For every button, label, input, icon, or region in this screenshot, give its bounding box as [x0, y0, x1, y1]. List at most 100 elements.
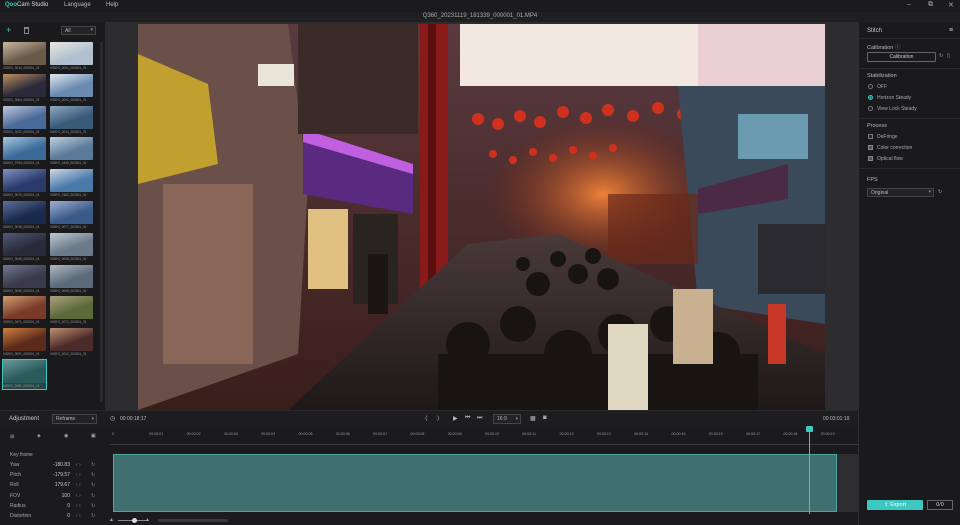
snapshot-icon[interactable]: ◙ [543, 415, 547, 421]
keyframe-toggle-icon[interactable]: ◉ [64, 433, 68, 439]
process-label: Process [867, 123, 887, 129]
param-value-yaw[interactable]: -180.83 [50, 462, 70, 468]
calibration-button[interactable]: Calibration [867, 52, 936, 62]
clip-filename: VIDEO_0046_000001_01 [3, 256, 40, 261]
clip-thumbnail[interactable]: VIDEO_0031_000001_01 [50, 42, 93, 71]
timeline-scrollbar[interactable] [158, 519, 228, 522]
keyframe-delete-icon[interactable]: ▣ [91, 433, 96, 439]
grid-icon[interactable]: ▦ [530, 415, 536, 422]
param-stepper-arrows[interactable]: ‹ › [76, 462, 81, 468]
media-filter-select[interactable]: All ▾ [61, 26, 96, 35]
aspect-select[interactable]: 16:9 ▾ [493, 414, 521, 424]
param-stepper-arrows[interactable]: ‹ › [76, 513, 81, 519]
timer-icon: ◷ [110, 416, 116, 422]
media-panel: + All ▾ VIDEO_0044_000001_01 VIDEO_0031_00… [0, 22, 105, 410]
clip-thumbnail[interactable]: VIDEO_0016_000001_01 [3, 201, 46, 230]
mark-out-icon[interactable]: ⟩ [437, 415, 439, 422]
clip-preview-image [50, 137, 93, 161]
timeline: ⊞ ◈ ◉ ▣ 0 00:00:01 00:00:02 00:00:03 00:00:0… [0, 426, 858, 525]
param-value-radius[interactable]: 0 [50, 503, 70, 509]
param-value-distortion[interactable]: 0 [50, 513, 70, 519]
clip-thumbnail[interactable]: VIDEO_0012_000001_01 [50, 328, 93, 357]
playhead[interactable] [809, 428, 810, 514]
param-reset-icon[interactable]: ↻ [91, 462, 95, 468]
param-stepper-arrows[interactable]: ‹ › [76, 503, 81, 509]
param-value-pitch[interactable]: -179.57 [50, 472, 70, 478]
close-icon[interactable]: ✕ [948, 1, 954, 9]
clip-thumbnail[interactable]: VIDEO_0077_000001_01 [50, 201, 93, 230]
clip-filename: VIDEO_0012_000001_01 [50, 352, 87, 357]
optical-flow-checkbox[interactable] [868, 156, 873, 161]
next-frame-icon[interactable]: ⏭ [477, 415, 482, 422]
zoom-in-icon[interactable]: ▲ [145, 517, 150, 523]
menu-language[interactable]: Language [64, 2, 91, 8]
video-track-clip[interactable] [113, 454, 837, 512]
clip-thumbnail[interactable]: VIDEO_0021_000001_01 [3, 328, 46, 357]
param-reset-icon[interactable]: ↻ [91, 493, 95, 499]
mark-in-icon[interactable]: ⟨ [425, 415, 427, 422]
param-reset-icon[interactable]: ↻ [91, 482, 95, 488]
clip-thumbnail[interactable]: VIDEO_0072_000001_01 [50, 296, 93, 325]
clip-thumbnail[interactable]: VIDEO_0030_000001_01 [3, 264, 46, 294]
param-value-roll[interactable]: 179.67 [50, 482, 70, 488]
clip-thumbnail[interactable]: VIDEO_0044_000001_01 [3, 42, 46, 71]
export-button[interactable]: ⇪ Export [867, 500, 923, 510]
panel-menu-icon[interactable]: ≡ [949, 27, 953, 34]
param-reset-icon[interactable]: ↻ [91, 472, 95, 478]
clip-thumbnail[interactable]: VIDEO_0014_000001_01 [50, 105, 93, 135]
clip-thumbnail[interactable]: VIDEO_0049_000001_01 [50, 264, 93, 294]
clip-thumbnail[interactable]: VIDEO_0046_000001_01 [3, 232, 46, 262]
color-correction-checkbox[interactable] [868, 145, 873, 150]
keyframe-prev-icon[interactable]: ◈ [37, 433, 41, 439]
minimize-icon[interactable]: – [907, 1, 911, 8]
menu-help[interactable]: Help [106, 2, 118, 8]
clip-filename: VIDEO_0008_000001_01 [50, 256, 87, 261]
param-name-radius: Radius [10, 502, 26, 509]
stab-viewlock-radio[interactable] [868, 106, 873, 111]
refresh-icon[interactable]: ↻ [939, 53, 943, 59]
clip-thumbnail[interactable]: VIDEO_0022_000001_01 [3, 105, 46, 135]
media-scrollbar[interactable] [100, 42, 103, 402]
export-queue-button[interactable]: 0/0 [927, 500, 953, 510]
clip-thumbnail[interactable]: VIDEO_0181_000001_01 [2, 359, 47, 390]
clip-thumbnail[interactable]: VIDEO_0449_000001_01 [50, 137, 93, 166]
clip-thumbnail[interactable]: VIDEO_0794_000001_01 [3, 137, 46, 166]
app-logo: QooCam Studio [5, 2, 49, 8]
param-value-fov[interactable]: 100 [50, 493, 70, 499]
zoom-out-icon[interactable]: ▲ [109, 517, 114, 523]
stab-horizon-radio[interactable] [868, 95, 873, 100]
param-reset-icon[interactable]: ↻ [91, 513, 95, 519]
clip-thumbnail[interactable]: VIDEO_0070_000001_01 [3, 169, 46, 198]
time-ruler[interactable]: 0 00:00:01 00:00:02 00:00:03 00:00:04 00:00:0… [110, 432, 858, 442]
playhead-handle[interactable] [806, 426, 813, 432]
clip-preview-image [3, 169, 46, 193]
file-icon[interactable]: ▯ [947, 53, 950, 59]
video-frame[interactable] [138, 24, 825, 410]
stab-off-radio[interactable] [868, 84, 873, 89]
clip-thumbnail[interactable]: VIDEO_0182_000001_01 [50, 169, 93, 198]
clip-thumbnail[interactable]: VIDEO_0042_000001_01 [50, 73, 93, 103]
play-icon[interactable]: ▶ [453, 415, 458, 422]
ruler-tick-label: 00:00:16 [708, 432, 723, 436]
prev-frame-icon[interactable]: ⏮ [465, 415, 470, 422]
keyframe-add-icon[interactable]: ⊞ [10, 434, 14, 440]
reframe-select[interactable]: Reframe ▾ [52, 414, 97, 424]
param-stepper-arrows[interactable]: ‹ › [76, 472, 81, 478]
clip-thumbnail[interactable]: VIDEO_0008_000001_01 [50, 232, 93, 262]
param-reset-icon[interactable]: ↻ [91, 503, 95, 509]
fps-select[interactable]: Original ▾ [867, 188, 934, 197]
fps-reset-icon[interactable]: ↻ [938, 189, 942, 195]
zoom-slider-knob[interactable] [132, 518, 137, 523]
clip-filename: VIDEO_0471_000001_01 [3, 320, 40, 325]
maximize-icon[interactable]: ⧉ [928, 1, 933, 9]
add-media-icon[interactable]: + [6, 26, 11, 35]
param-stepper-arrows[interactable]: ‹ › [76, 493, 81, 499]
clip-thumbnail[interactable]: VIDEO_0471_000001_01 [3, 296, 46, 325]
clip-preview-image [50, 264, 93, 288]
clip-thumbnail[interactable]: VIDEO_0064_000001_01 [3, 73, 46, 103]
trash-icon[interactable] [24, 27, 29, 34]
defringe-checkbox[interactable] [868, 134, 873, 139]
ruler-tick-label: 00:00:06 [335, 432, 350, 436]
fps-label: FPS [867, 177, 878, 183]
param-stepper-arrows[interactable]: ‹ › [76, 482, 81, 488]
